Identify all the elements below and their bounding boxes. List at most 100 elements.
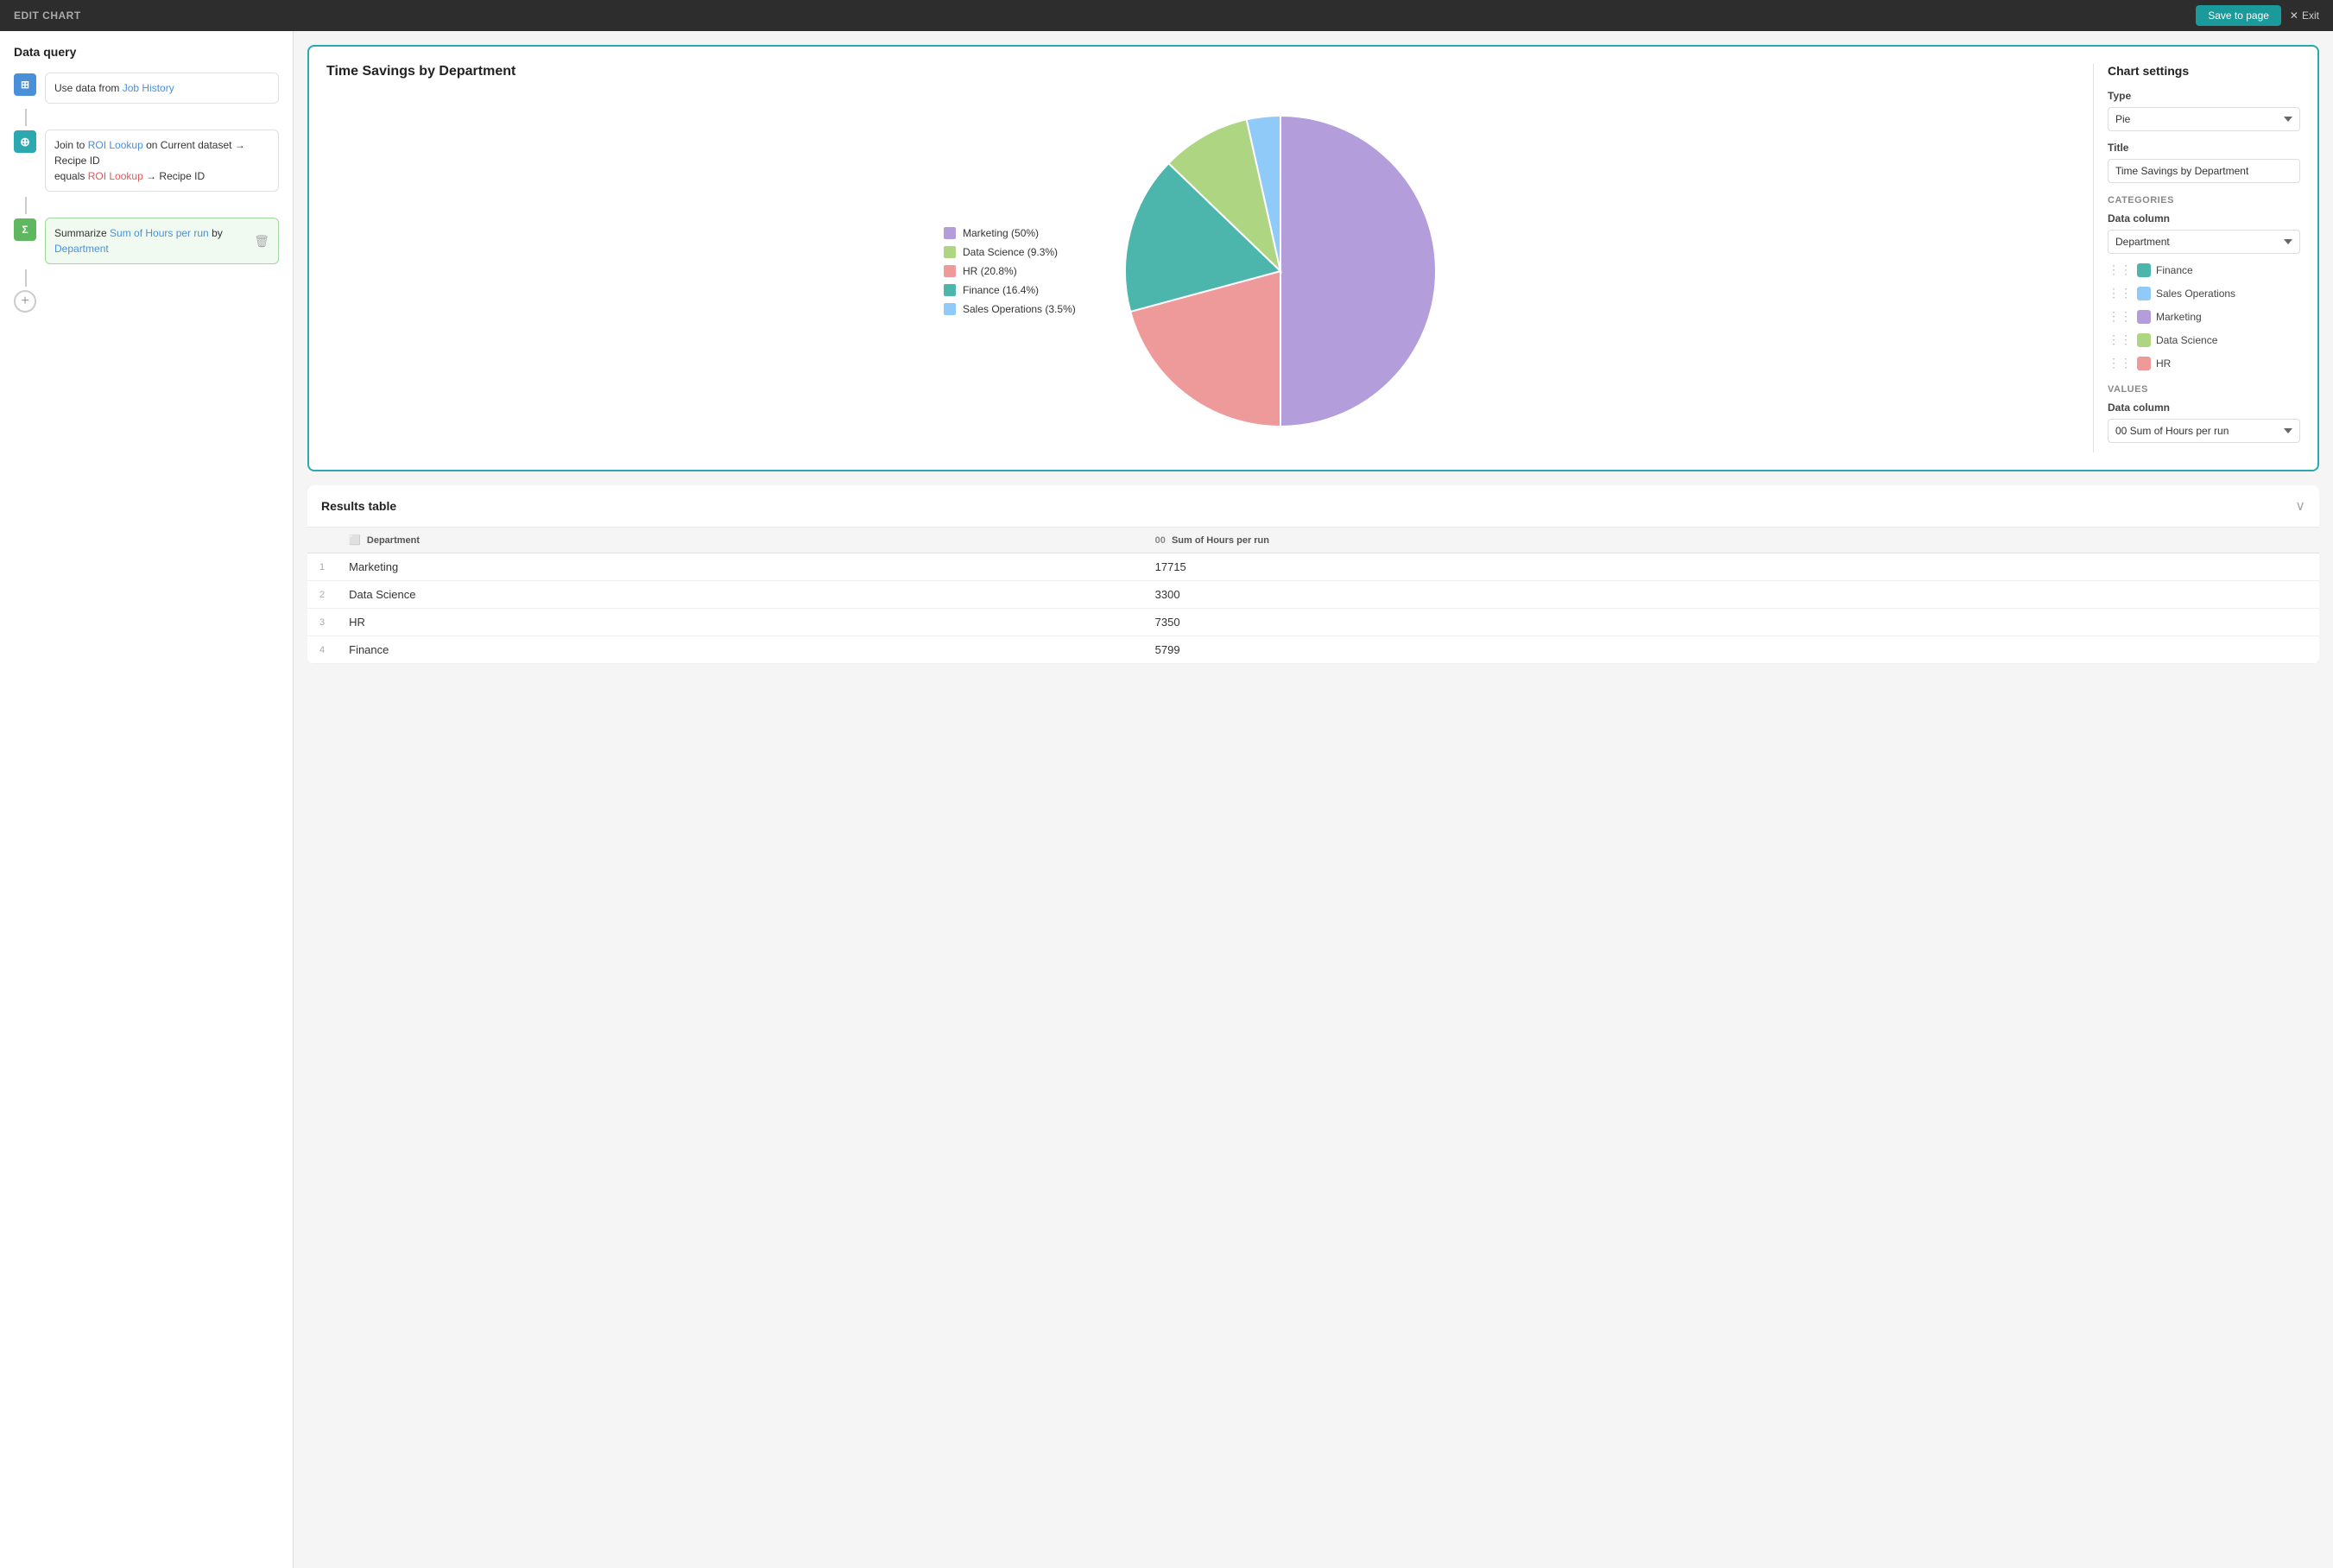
- legend-item-hr: HR (20.8%): [944, 265, 1082, 277]
- legend-label-hr: HR (20.8%): [963, 265, 1017, 277]
- categories-section-label: CATEGORIES: [2108, 195, 2300, 205]
- cat-color-finance: [2137, 263, 2151, 277]
- type-select[interactable]: Pie: [2108, 107, 2300, 131]
- pie-wrapper: Marketing (50%) Data Science (9.3%) HR (…: [326, 90, 2079, 452]
- drag-handle-finance[interactable]: ⋮⋮: [2108, 262, 2132, 277]
- drag-handle-salesops[interactable]: ⋮⋮: [2108, 286, 2132, 300]
- cat-label-salesops: Sales Operations: [2156, 288, 2235, 300]
- pie-chart: [1099, 90, 1462, 452]
- settings-title: Chart settings: [2108, 64, 2300, 78]
- job-history-link[interactable]: Job History: [123, 82, 174, 94]
- drag-handle-datascience[interactable]: ⋮⋮: [2108, 332, 2132, 347]
- legend-label-salesops: Sales Operations (3.5%): [963, 303, 1076, 315]
- row-department: HR: [337, 609, 1143, 636]
- col-header-num: [307, 528, 337, 553]
- step-box-join: Join to ROI Lookup on Current dataset → …: [45, 130, 279, 192]
- drag-handle-marketing[interactable]: ⋮⋮: [2108, 309, 2132, 324]
- connector-1: [25, 109, 27, 126]
- cat-label-finance: Finance: [2156, 264, 2193, 276]
- chart-panel: Time Savings by Department Marketing (50…: [307, 45, 2319, 471]
- categories-column-select[interactable]: Department: [2108, 230, 2300, 254]
- legend-label-datascience: Data Science (9.3%): [963, 246, 1058, 258]
- step-icon-summarize: Σ: [14, 218, 36, 241]
- hours-col-icon: 00: [1155, 535, 1166, 546]
- table-row: 1 Marketing 17715: [307, 553, 2319, 581]
- legend-dot-marketing: [944, 227, 956, 239]
- row-num: 3: [307, 609, 337, 636]
- main-layout: Data query ⊞ Use data from Job History ⊕…: [0, 31, 2333, 1568]
- category-item-hr: ⋮⋮ HR: [2108, 354, 2300, 372]
- roi-lookup-link-1[interactable]: ROI Lookup: [88, 139, 143, 151]
- col-header-department: ⬜ Department: [337, 528, 1143, 553]
- legend-label-finance: Finance (16.4%): [963, 284, 1039, 296]
- results-table: ⬜ Department 00 Sum of Hours per run 1 M…: [307, 528, 2319, 664]
- step-icon-join: ⊕: [14, 130, 36, 153]
- values-section-label: VALUES: [2108, 384, 2300, 395]
- pie-segment-marketing: [1280, 116, 1436, 427]
- sum-hours-link[interactable]: Sum of Hours per run: [110, 227, 209, 239]
- roi-lookup-link-2[interactable]: ROI Lookup: [88, 170, 143, 182]
- cat-color-datascience: [2137, 333, 2151, 347]
- results-panel: Results table ∨ ⬜ Department 00 Sum of H…: [307, 485, 2319, 664]
- row-department: Data Science: [337, 581, 1143, 609]
- row-department: Marketing: [337, 553, 1143, 581]
- chart-display-title: Time Savings by Department: [326, 64, 2079, 79]
- right-content: Time Savings by Department Marketing (50…: [294, 31, 2333, 1568]
- table-row: 2 Data Science 3300: [307, 581, 2319, 609]
- legend-dot-hr: [944, 265, 956, 277]
- legend-item-finance: Finance (16.4%): [944, 284, 1082, 296]
- row-hours: 3300: [1143, 581, 2319, 609]
- row-hours: 17715: [1143, 553, 2319, 581]
- row-department: Finance: [337, 636, 1143, 664]
- cat-label-marketing: Marketing: [2156, 311, 2202, 323]
- category-item-datascience: ⋮⋮ Data Science: [2108, 331, 2300, 349]
- legend-dot-salesops: [944, 303, 956, 315]
- title-input[interactable]: [2108, 159, 2300, 183]
- cat-color-marketing: [2137, 310, 2151, 324]
- connector-2: [25, 197, 27, 214]
- topbar: EDIT CHART Save to page ✕ Exit: [0, 0, 2333, 31]
- exit-button[interactable]: ✕ Exit: [2290, 9, 2319, 22]
- step-use-data: ⊞ Use data from Job History: [14, 73, 279, 104]
- department-link[interactable]: Department: [54, 243, 109, 255]
- table-row: 4 Finance 5799: [307, 636, 2319, 664]
- row-num: 4: [307, 636, 337, 664]
- type-label: Type: [2108, 90, 2300, 102]
- col-header-hours: 00 Sum of Hours per run: [1143, 528, 2319, 553]
- legend-item-datascience: Data Science (9.3%): [944, 246, 1082, 258]
- chart-layout: Time Savings by Department Marketing (50…: [326, 64, 2300, 452]
- row-hours: 5799: [1143, 636, 2319, 664]
- results-title: Results table: [321, 499, 396, 513]
- category-item-salesops: ⋮⋮ Sales Operations: [2108, 284, 2300, 302]
- close-icon: ✕: [2290, 9, 2298, 22]
- title-field-label: Title: [2108, 142, 2300, 154]
- connector-3: [25, 269, 27, 287]
- collapse-results-icon[interactable]: ∨: [2295, 497, 2305, 515]
- chart-area: Time Savings by Department Marketing (50…: [326, 64, 2079, 452]
- left-panel: Data query ⊞ Use data from Job History ⊕…: [0, 31, 294, 1568]
- legend-item-marketing: Marketing (50%): [944, 227, 1082, 239]
- categories-data-column-label: Data column: [2108, 212, 2300, 224]
- results-header: Results table ∨: [307, 485, 2319, 528]
- topbar-actions: Save to page ✕ Exit: [2196, 5, 2319, 26]
- cat-label-hr: HR: [2156, 357, 2171, 370]
- step-box-use-data: Use data from Job History: [45, 73, 279, 104]
- add-step-button[interactable]: +: [14, 290, 36, 313]
- values-column-select[interactable]: 00 Sum of Hours per run: [2108, 419, 2300, 443]
- department-col-icon: ⬜: [349, 535, 361, 546]
- legend-item-salesops: Sales Operations (3.5%): [944, 303, 1082, 315]
- row-hours: 7350: [1143, 609, 2319, 636]
- table-row: 3 HR 7350: [307, 609, 2319, 636]
- delete-step-icon[interactable]: 🗑: [254, 232, 269, 250]
- legend-label-marketing: Marketing (50%): [963, 227, 1039, 239]
- legend-dot-datascience: [944, 246, 956, 258]
- save-to-page-button[interactable]: Save to page: [2196, 5, 2281, 26]
- use-data-prefix: Use data from: [54, 82, 123, 94]
- category-item-marketing: ⋮⋮ Marketing: [2108, 307, 2300, 326]
- category-list: ⋮⋮ Finance ⋮⋮ Sales Operations ⋮⋮: [2108, 261, 2300, 372]
- cat-color-hr: [2137, 357, 2151, 370]
- settings-panel: Chart settings Type Pie Title CATEGORIES…: [2093, 64, 2300, 452]
- cat-color-salesops: [2137, 287, 2151, 300]
- drag-handle-hr[interactable]: ⋮⋮: [2108, 356, 2132, 370]
- topbar-title: EDIT CHART: [14, 9, 81, 22]
